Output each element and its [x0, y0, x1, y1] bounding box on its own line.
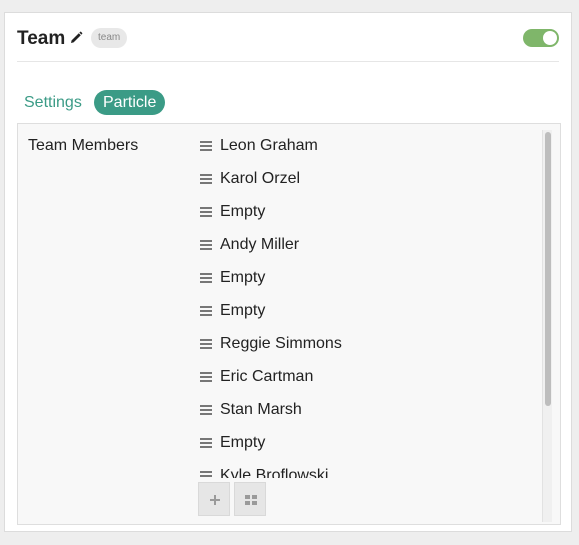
item-label: Andy Miller	[220, 236, 300, 253]
list-item[interactable]: Stan Marsh	[196, 394, 546, 427]
collection-view-button[interactable]	[234, 482, 266, 516]
item-label: Stan Marsh	[220, 401, 302, 418]
drag-handle-icon[interactable]	[200, 141, 212, 151]
card-title: Team	[17, 28, 66, 49]
list-item[interactable]: Andy Miller	[196, 229, 546, 262]
list-scrollbar[interactable]	[542, 130, 552, 522]
item-label: Karol Orzel	[220, 170, 301, 187]
list-item[interactable]: Kyle Broflowski	[196, 460, 546, 478]
item-label: Kyle Broflowski	[220, 467, 329, 478]
drag-handle-icon[interactable]	[200, 207, 212, 217]
drag-handle-icon[interactable]	[200, 240, 212, 250]
drag-handle-icon[interactable]	[200, 273, 212, 283]
drag-handle-icon[interactable]	[200, 471, 212, 478]
drag-handle-icon[interactable]	[200, 372, 212, 382]
list-item[interactable]: Karol Orzel	[196, 163, 546, 196]
drag-handle-icon[interactable]	[200, 438, 212, 448]
field-label-team-members: Team Members	[28, 137, 139, 154]
item-label: Empty	[220, 302, 266, 319]
type-badge: team	[91, 28, 128, 48]
tab-particle-items[interactable]: Particle Items	[94, 90, 166, 136]
list-item[interactable]: Empty	[196, 427, 546, 460]
drag-handle-icon[interactable]	[200, 339, 212, 349]
header-divider	[17, 61, 559, 62]
list-item[interactable]: Reggie Simmons	[196, 328, 546, 361]
add-item-button[interactable]	[198, 482, 230, 516]
list-item[interactable]: Empty	[196, 262, 546, 295]
item-label: Empty	[220, 269, 266, 286]
item-label: Empty	[220, 434, 266, 451]
list-item[interactable]: Leon Graham	[196, 130, 546, 163]
item-label: Leon Graham	[220, 137, 318, 154]
toggle-knob	[543, 31, 557, 45]
plus-icon	[210, 495, 220, 505]
tab-settings[interactable]: Settings	[24, 90, 82, 115]
card-header: Team team	[17, 27, 559, 53]
drag-handle-icon[interactable]	[200, 306, 212, 316]
pencil-icon[interactable]	[68, 30, 84, 46]
item-label: Reggie Simmons	[220, 335, 342, 352]
items-panel: Team Members Leon Graham Karol Orzel Emp…	[17, 123, 561, 525]
list-item[interactable]: Empty	[196, 295, 546, 328]
drag-handle-icon[interactable]	[200, 174, 212, 184]
grid-icon	[245, 495, 257, 505]
item-label: Empty	[220, 203, 266, 220]
scrollbar-thumb[interactable]	[545, 132, 551, 406]
list-item[interactable]: Empty	[196, 196, 546, 229]
enable-toggle[interactable]	[523, 29, 559, 47]
particle-card: Team team Settings Particle Items Team M…	[4, 12, 572, 532]
drag-handle-icon[interactable]	[200, 405, 212, 415]
list-item[interactable]: Eric Cartman	[196, 361, 546, 394]
item-label: Eric Cartman	[220, 368, 314, 385]
items-list: Leon Graham Karol Orzel Empty Andy Mille…	[196, 130, 546, 478]
